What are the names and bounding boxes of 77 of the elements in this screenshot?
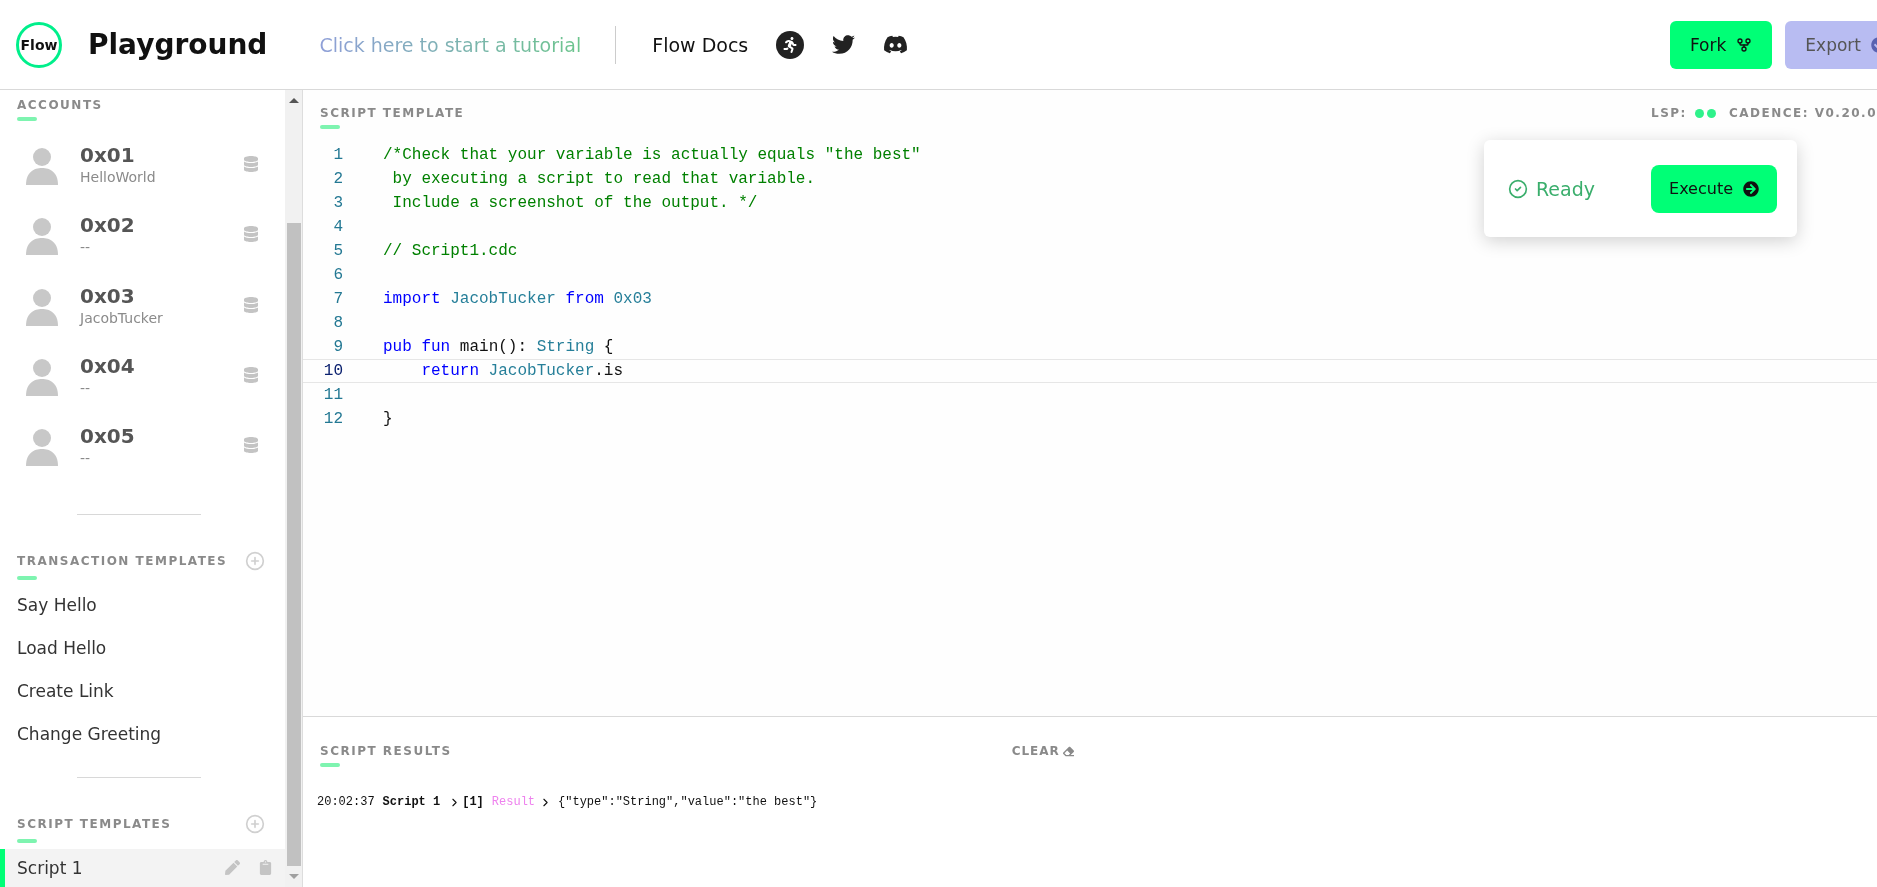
pencil-icon[interactable] xyxy=(225,860,240,876)
logo[interactable]: Flow xyxy=(16,21,62,68)
transaction-template-item[interactable]: Load Hello xyxy=(0,626,285,670)
section-heading: SCRIPT TEMPLATES xyxy=(17,817,172,832)
heading-underline xyxy=(320,125,340,129)
line-number: 4 xyxy=(332,218,343,236)
code-line[interactable]: pub fun main(): String { xyxy=(383,338,614,356)
account-name: -- xyxy=(80,239,92,256)
log-script-name: Script 1 xyxy=(382,795,441,809)
code-line[interactable]: by executing a script to read that variable. xyxy=(383,170,816,188)
check-icon xyxy=(1508,178,1528,199)
line-number: 3 xyxy=(332,194,343,212)
clipboard-icon[interactable] xyxy=(258,860,273,876)
add-icon[interactable] xyxy=(245,814,265,835)
line-number: 11 xyxy=(322,386,343,404)
transaction-template-item[interactable]: Create Link xyxy=(0,669,285,713)
arrow-icon xyxy=(1743,180,1759,197)
status-text: Ready xyxy=(1536,177,1595,200)
scrollbar[interactable] xyxy=(285,90,303,887)
account-name: HelloWorld xyxy=(80,168,157,185)
docs-link[interactable]: Flow Docs xyxy=(652,33,749,56)
log-time: 20:02:37 xyxy=(317,795,375,809)
account-address[interactable]: 0x02 xyxy=(80,213,243,238)
log-index: [1] xyxy=(462,795,484,809)
code-line[interactable]: // Script1.cdc xyxy=(383,242,518,260)
log-label: Result xyxy=(491,795,536,809)
twitter-icon[interactable] xyxy=(832,33,856,56)
database-icon[interactable] xyxy=(243,367,259,384)
line-number: 8 xyxy=(332,314,343,332)
eraser-icon xyxy=(1062,745,1074,757)
execute-button[interactable]: Execute xyxy=(1651,164,1777,213)
section-heading: SCRIPT RESULTS xyxy=(320,744,452,758)
line-number: 7 xyxy=(332,290,343,308)
database-icon[interactable] xyxy=(243,437,259,454)
heading-underline xyxy=(17,575,37,580)
export-button[interactable]: Export xyxy=(1785,20,1877,69)
status-dot xyxy=(1694,108,1704,118)
account-name: -- xyxy=(80,450,92,467)
branch-icon xyxy=(1736,36,1753,53)
account-address[interactable]: 0x05 xyxy=(80,424,243,449)
account-name: JacobTucker xyxy=(80,309,164,326)
line-number: 12 xyxy=(322,410,343,428)
fork-button[interactable]: Fork xyxy=(1669,20,1773,69)
lsp-label: LSP: xyxy=(1651,106,1687,120)
heading-underline xyxy=(17,117,37,121)
account-address[interactable]: 0x01 xyxy=(80,142,243,167)
line-number: 10 xyxy=(322,362,343,380)
transaction-template-item[interactable]: Say Hello xyxy=(0,583,285,627)
script-template-item[interactable]: Script 1 xyxy=(0,848,285,887)
section-heading: TRANSACTION TEMPLATES xyxy=(17,553,228,568)
app-title: Playground xyxy=(88,28,268,61)
log-value: {"type":"String","value":"the best"} xyxy=(558,795,818,809)
section-heading: SCRIPT TEMPLATE xyxy=(320,106,465,120)
code-line[interactable]: } xyxy=(383,410,393,428)
section-heading: ACCOUNTS xyxy=(17,98,103,112)
add-icon[interactable] xyxy=(245,550,265,571)
line-number: 1 xyxy=(332,146,343,164)
code-line[interactable]: return JacobTucker.is xyxy=(383,362,624,380)
cadence-version: CADENCE: V0.20.0 xyxy=(1728,106,1877,120)
transaction-template-item[interactable]: Change Greeting xyxy=(0,712,285,756)
code-line[interactable]: import JacobTucker from 0x03 xyxy=(383,290,652,308)
database-icon[interactable] xyxy=(243,226,259,243)
line-number: 9 xyxy=(332,338,343,356)
database-icon[interactable] xyxy=(243,296,259,313)
account-name: -- xyxy=(80,380,92,397)
heading-underline xyxy=(17,839,37,843)
account-address[interactable]: 0x04 xyxy=(80,354,243,379)
line-number: 5 xyxy=(332,242,343,260)
line-number: 6 xyxy=(332,266,343,284)
status-dot xyxy=(1706,108,1716,118)
code-line[interactable]: /*Check that your variable is actually equals "the best" xyxy=(383,146,921,164)
line-number: 2 xyxy=(332,170,343,188)
heading-underline xyxy=(320,763,340,767)
account-address[interactable]: 0x03 xyxy=(80,283,243,308)
code-line[interactable]: Include a screenshot of the output. */ xyxy=(383,194,758,212)
database-icon[interactable] xyxy=(243,155,259,172)
runner-icon[interactable] xyxy=(776,30,805,59)
